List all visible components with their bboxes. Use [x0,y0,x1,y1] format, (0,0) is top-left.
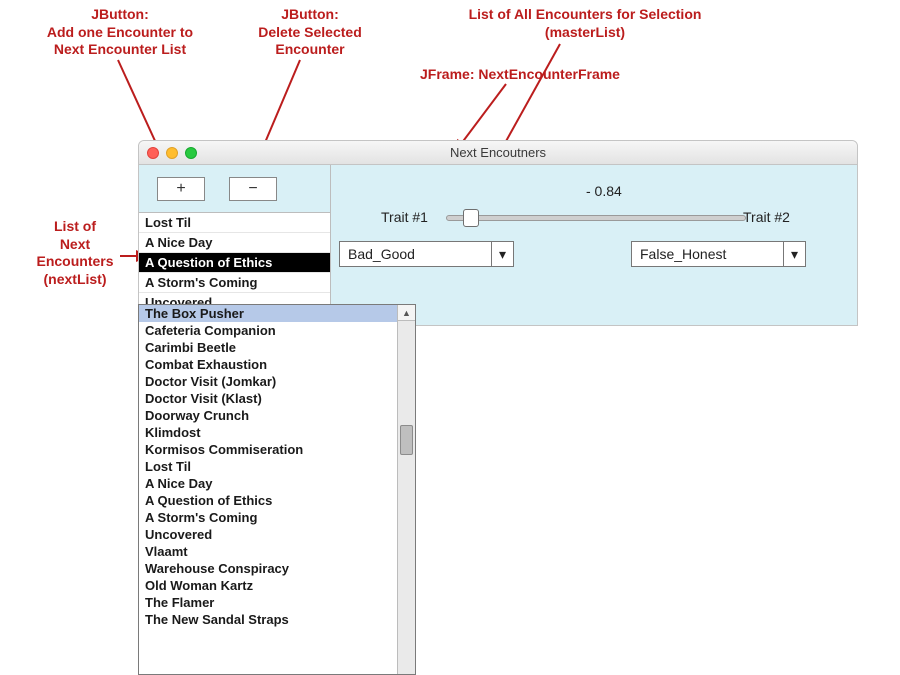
master-list-item[interactable]: Uncovered [139,526,397,543]
trait-slider[interactable] [446,209,746,221]
annotation-lines [0,0,900,675]
callout-add-button: JButton:Add one Encounter toNext Encount… [30,6,210,59]
master-list-item[interactable]: Vlaamt [139,543,397,560]
button-row: + − [139,165,330,213]
callout-delete-button: JButton:Delete SelectedEncounter [230,6,390,59]
trait1-combo[interactable]: Bad_Good ▾ [339,241,514,267]
delete-encounter-button[interactable]: − [229,177,277,201]
next-list-item[interactable]: A Question of Ethics [139,253,330,273]
slider-value: - 0.84 [586,183,622,199]
callout-next-list: List ofNextEncounters(nextList) [20,218,130,288]
master-list-item[interactable]: Old Woman Kartz [139,577,397,594]
trait2-label: Trait #2 [743,209,790,225]
master-list-item[interactable]: Kormisos Commiseration [139,441,397,458]
master-list-item[interactable]: Klimdost [139,424,397,441]
master-list-item[interactable]: A Question of Ethics [139,492,397,509]
add-encounter-button[interactable]: + [157,177,205,201]
master-list-item[interactable]: Warehouse Conspiracy [139,560,397,577]
callout-jframe: JFrame: NextEncounterFrame [390,66,650,84]
chevron-down-icon: ▾ [783,242,805,266]
trait2-combo[interactable]: False_Honest ▾ [631,241,806,267]
window-title: Next Encoutners [139,145,857,160]
chevron-down-icon: ▾ [491,242,513,266]
master-list-item[interactable]: Doorway Crunch [139,407,397,424]
callout-master-list: List of All Encounters for Selection(mas… [430,6,740,41]
next-list-item[interactable]: Lost Til [139,213,330,233]
master-list-item[interactable]: A Nice Day [139,475,397,492]
next-list-item[interactable]: A Nice Day [139,233,330,253]
master-list-item[interactable]: Carimbi Beetle [139,339,397,356]
master-list-item[interactable]: The New Sandal Straps [139,611,397,628]
trait-panel: - 0.84 Trait #1 Trait #2 Bad_Good ▾ Fals… [331,165,857,325]
titlebar[interactable]: Next Encoutners [139,141,857,165]
trait2-combo-value: False_Honest [632,246,783,262]
master-list-item[interactable]: The Flamer [139,594,397,611]
master-list-item[interactable]: A Storm's Coming [139,509,397,526]
master-list-item[interactable]: Doctor Visit (Klast) [139,390,397,407]
master-list-item[interactable]: Doctor Visit (Jomkar) [139,373,397,390]
trait1-combo-value: Bad_Good [340,246,491,262]
scroll-up-icon[interactable]: ▲ [398,305,415,321]
next-list-item[interactable]: A Storm's Coming [139,273,330,293]
scrollbar[interactable]: ▲ [397,305,415,674]
master-list-item[interactable]: Combat Exhaustion [139,356,397,373]
master-list-item[interactable]: Cafeteria Companion [139,322,397,339]
scroll-thumb[interactable] [400,425,413,455]
master-list[interactable]: The Box PusherCafeteria CompanionCarimbi… [138,304,416,675]
next-encounter-frame: Next Encoutners + − Lost TilA Nice DayA … [138,140,858,326]
master-list-item[interactable]: Lost Til [139,458,397,475]
trait1-label: Trait #1 [381,209,428,225]
master-list-item[interactable]: The Box Pusher [139,305,397,322]
